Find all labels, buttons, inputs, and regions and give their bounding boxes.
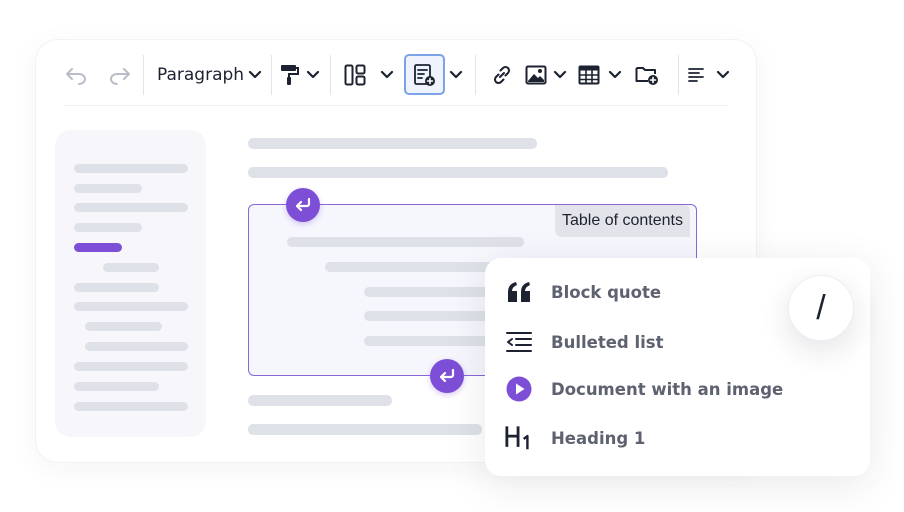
slash-key-badge: / [788,275,854,341]
menu-item-label: Bulleted list [551,332,664,352]
menu-item-bulleted-list[interactable]: Bulleted list [505,326,663,358]
menu-item-label: Document with an image [551,379,784,399]
undo-icon [66,68,86,85]
image-button[interactable] [525,61,567,89]
menu-item-label: Block quote [551,282,662,302]
heading-1-icon [505,424,533,452]
menu-item-document-with-image[interactable]: Document with an image [505,373,783,405]
outline-placeholder-line [74,203,188,212]
toc-entry-line [287,237,524,247]
play-circle-icon [505,375,533,403]
toolbar-separator [330,55,331,95]
editor-toolbar: Paragraph [60,55,730,95]
toc-entry-line [364,336,497,346]
text-placeholder-line [248,424,482,435]
menu-item-label: Heading 1 [551,428,646,448]
chevron-down-icon [248,70,262,79]
toc-entry-line [364,311,497,321]
outline-placeholder-line [74,302,188,311]
chevron-down-icon [380,70,394,79]
link-icon [493,65,511,85]
text-placeholder-line [248,395,392,406]
insert-paragraph-after-button[interactable] [430,359,464,393]
chevron-down-icon [608,70,622,79]
toolbar-divider [64,105,728,106]
toc-insert-icon [414,64,435,86]
outline-placeholder-line [74,223,142,232]
block-style-dropdown[interactable]: Paragraph [157,61,267,89]
outline-placeholder-line [85,342,188,351]
align-left-icon [688,68,704,82]
file-manager-button[interactable] [634,61,660,89]
undo-button[interactable] [64,61,88,89]
toolbar-separator [678,55,679,95]
outline-active-line[interactable] [74,243,122,252]
format-painter-button[interactable] [280,61,322,89]
toc-entry-line [325,262,497,272]
block-style-label: Paragraph [157,65,245,85]
table-button[interactable] [578,61,622,89]
outline-placeholder-line [74,402,188,411]
text-placeholder-line [248,138,537,149]
outline-placeholder-line [103,263,159,272]
chevron-down-icon [716,70,730,79]
enter-icon [295,198,311,212]
chevron-down-icon [449,70,463,79]
outline-placeholder-line [74,382,159,391]
insert-paragraph-before-button[interactable] [286,188,320,222]
toolbar-separator [143,55,144,95]
toc-entry-line [364,287,497,297]
enter-icon [439,369,455,383]
link-button[interactable] [490,61,514,89]
folder-add-icon [635,67,658,85]
outline-placeholder-line [74,164,188,173]
toc-widget-label: Table of contents [555,205,690,237]
layout-button[interactable] [344,61,394,89]
layout-icon [344,64,366,86]
redo-button[interactable] [108,61,132,89]
outline-placeholder-line [85,322,162,331]
outline-placeholder-line [74,362,188,371]
chevron-down-icon [553,70,567,79]
paint-roller-icon [281,65,299,85]
bulleted-list-icon [505,328,533,356]
insert-toc-button[interactable] [411,61,437,89]
image-icon [525,65,547,85]
table-icon [578,65,600,85]
outline-placeholder-line [74,283,159,292]
toolbar-separator [475,55,476,95]
alignment-dropdown[interactable] [688,61,732,89]
insert-toc-dropdown[interactable] [449,61,463,89]
chevron-down-icon [306,70,320,79]
quote-icon [505,278,533,306]
menu-item-heading-1[interactable]: Heading 1 [505,422,645,454]
redo-icon [110,68,130,85]
outline-placeholder-line [74,184,142,193]
text-placeholder-line [248,167,668,178]
toolbar-separator [271,55,272,95]
menu-item-block-quote[interactable]: Block quote [505,276,661,308]
